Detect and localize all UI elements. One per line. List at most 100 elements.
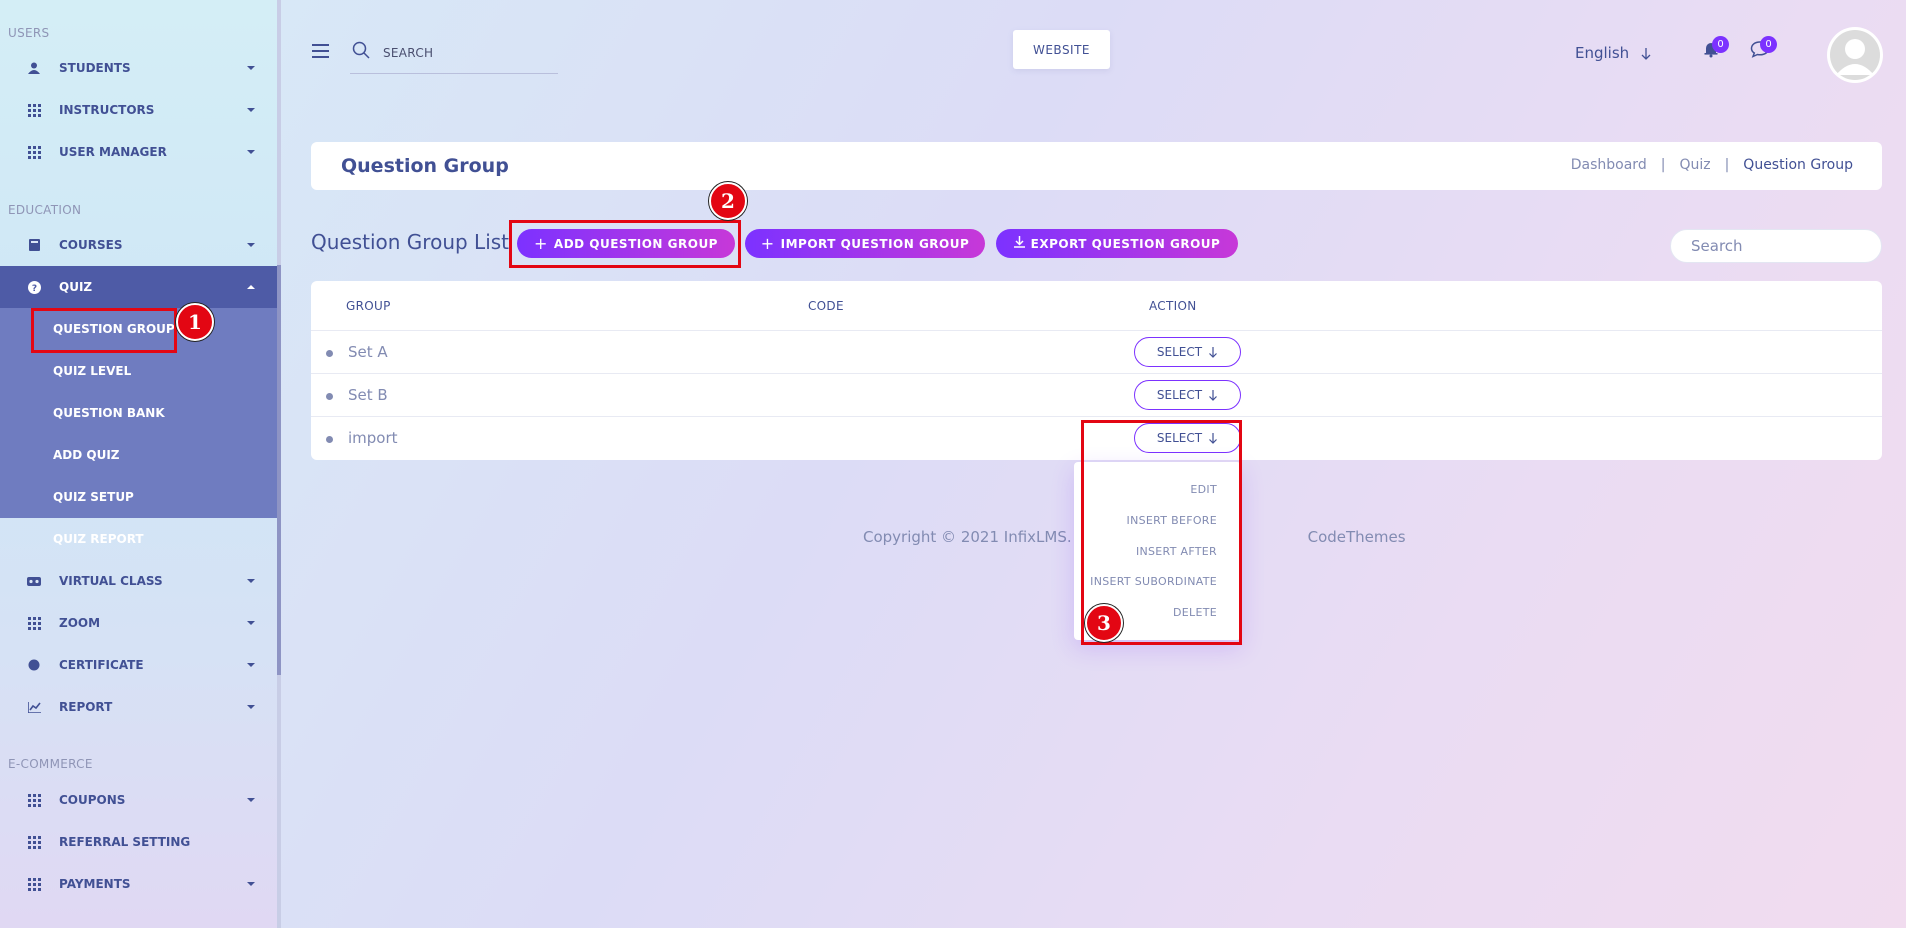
sidebar-item-label: VIRTUAL CLASS [59, 574, 163, 588]
sidebar-scrollbar[interactable] [277, 0, 281, 928]
breadcrumb-dashboard[interactable]: Dashboard [1571, 157, 1647, 173]
user-icon [27, 61, 41, 75]
breadcrumb-separator: | [1724, 157, 1730, 173]
submenu-question-bank[interactable]: QUESTION BANK [53, 406, 165, 420]
notification-badge: 0 [1712, 36, 1729, 53]
avatar[interactable] [1827, 27, 1883, 83]
sidebar-item-label: QUIZ [59, 280, 93, 294]
sidebar: USERS STUDENTS INSTRUCTORS USER MANAGER … [0, 0, 277, 928]
submenu-add-quiz[interactable]: ADD QUIZ [53, 448, 120, 462]
row-bullet [326, 436, 333, 443]
search-input[interactable]: SEARCH [383, 46, 433, 60]
step-marker-3: 3 [1085, 604, 1123, 642]
column-header-code[interactable]: CODE [808, 299, 844, 313]
grid-icon [27, 877, 41, 891]
breadcrumb-quiz[interactable]: Quiz [1679, 157, 1710, 173]
chevron-down-icon [247, 579, 255, 583]
row-bullet [326, 393, 333, 400]
sidebar-item-payments[interactable]: PAYMENTS [0, 863, 277, 905]
sidebar-item-instructors[interactable]: INSTRUCTORS [0, 89, 277, 131]
highlight-box-question-group [31, 308, 177, 353]
chevron-down-icon [247, 66, 255, 70]
button-label: EXPORT QUESTION GROUP [1030, 236, 1221, 251]
search-icon [352, 41, 370, 63]
chart-icon [27, 700, 41, 714]
breadcrumb-current: Question Group [1743, 157, 1853, 173]
row-bullet [326, 350, 333, 357]
export-question-group-button[interactable]: EXPORT QUESTION GROUP [996, 229, 1238, 258]
sidebar-item-label: CERTIFICATE [59, 658, 144, 672]
group-cell: import [348, 429, 398, 447]
chevron-down-icon [247, 882, 255, 886]
arrow-down-icon [1209, 389, 1218, 401]
chevron-down-icon [247, 705, 255, 709]
chevron-up-icon [247, 285, 255, 289]
sidebar-section-ecommerce: E-COMMERCE [8, 757, 93, 771]
codethemes-link[interactable]: CodeThemes [1308, 528, 1406, 546]
submenu-quiz-setup[interactable]: QUIZ SETUP [53, 490, 134, 504]
highlight-box-add-button [509, 220, 741, 268]
submenu-quiz-report[interactable]: QUIZ REPORT [53, 532, 277, 546]
sidebar-item-label: PAYMENTS [59, 877, 131, 891]
column-header-action: ACTION [1149, 299, 1197, 313]
chevron-down-icon [247, 663, 255, 667]
sidebar-item-label: INSTRUCTORS [59, 103, 155, 117]
breadcrumb: Dashboard | Quiz | Question Group [1571, 157, 1853, 173]
sidebar-item-referral-setting[interactable]: REFERRAL SETTING [0, 821, 277, 863]
submenu-quiz-level[interactable]: QUIZ LEVEL [53, 364, 131, 378]
grid-icon [27, 793, 41, 807]
table-row: Set B SELECT [311, 373, 1882, 416]
table-search-input[interactable]: Search [1670, 229, 1882, 263]
breadcrumb-separator: | [1660, 157, 1666, 173]
list-title: Question Group List [311, 230, 510, 254]
import-question-group-button[interactable]: + IMPORT QUESTION GROUP [745, 229, 985, 258]
plus-icon: + [760, 234, 775, 253]
grid-icon [27, 835, 41, 849]
sidebar-item-zoom[interactable]: ZOOM [0, 602, 277, 644]
sidebar-item-coupons[interactable]: COUPONS [0, 779, 277, 821]
step-marker-1: 1 [176, 303, 214, 341]
chevron-down-icon [247, 798, 255, 802]
sidebar-item-user-manager[interactable]: USER MANAGER [0, 131, 277, 173]
select-action-button[interactable]: SELECT [1134, 380, 1241, 410]
grid-icon [27, 145, 41, 159]
group-cell: Set B [348, 386, 388, 404]
sidebar-item-report[interactable]: REPORT [0, 686, 277, 728]
global-search[interactable]: SEARCH [350, 38, 558, 74]
grid-icon [27, 103, 41, 117]
page-title: Question Group [341, 155, 509, 177]
sidebar-item-certificate[interactable]: CERTIFICATE [0, 644, 277, 686]
download-icon [1013, 236, 1025, 251]
arrow-down-icon [1209, 346, 1218, 358]
sidebar-item-label: USER MANAGER [59, 145, 167, 159]
step-marker-2: 2 [709, 182, 747, 220]
language-select[interactable]: English [1575, 44, 1629, 62]
page-header: Question Group Dashboard | Quiz | Questi… [311, 142, 1882, 190]
grid-icon [27, 616, 41, 630]
sidebar-section-education: EDUCATION [8, 203, 82, 217]
button-label: IMPORT QUESTION GROUP [780, 236, 970, 251]
website-button[interactable]: WEBSITE [1013, 30, 1110, 69]
sidebar-item-virtual-class[interactable]: VIRTUAL CLASS [0, 560, 277, 602]
button-label: SELECT [1156, 388, 1203, 402]
arrow-down-icon[interactable] [1640, 46, 1652, 65]
chevron-down-icon [247, 108, 255, 112]
book-icon [27, 238, 41, 252]
column-header-group[interactable]: GROUP [346, 299, 391, 313]
sidebar-section-users: USERS [8, 26, 50, 40]
menu-toggle-icon[interactable] [312, 44, 329, 58]
scrollbar-thumb[interactable] [277, 265, 281, 675]
sidebar-item-courses[interactable]: COURSES [0, 224, 277, 266]
table-row: Set A SELECT [311, 330, 1882, 373]
sidebar-item-label: COURSES [59, 238, 123, 252]
select-action-button[interactable]: SELECT [1134, 337, 1241, 367]
sidebar-item-label: REFERRAL SETTING [59, 835, 191, 849]
sidebar-item-quiz[interactable]: ? QUIZ [0, 266, 277, 308]
message-badge: 0 [1760, 36, 1777, 53]
chevron-down-icon [247, 243, 255, 247]
vr-icon [27, 574, 41, 588]
button-label: SELECT [1156, 345, 1203, 359]
sidebar-item-students[interactable]: STUDENTS [0, 47, 277, 89]
sidebar-item-label: STUDENTS [59, 61, 131, 75]
chevron-down-icon [247, 621, 255, 625]
